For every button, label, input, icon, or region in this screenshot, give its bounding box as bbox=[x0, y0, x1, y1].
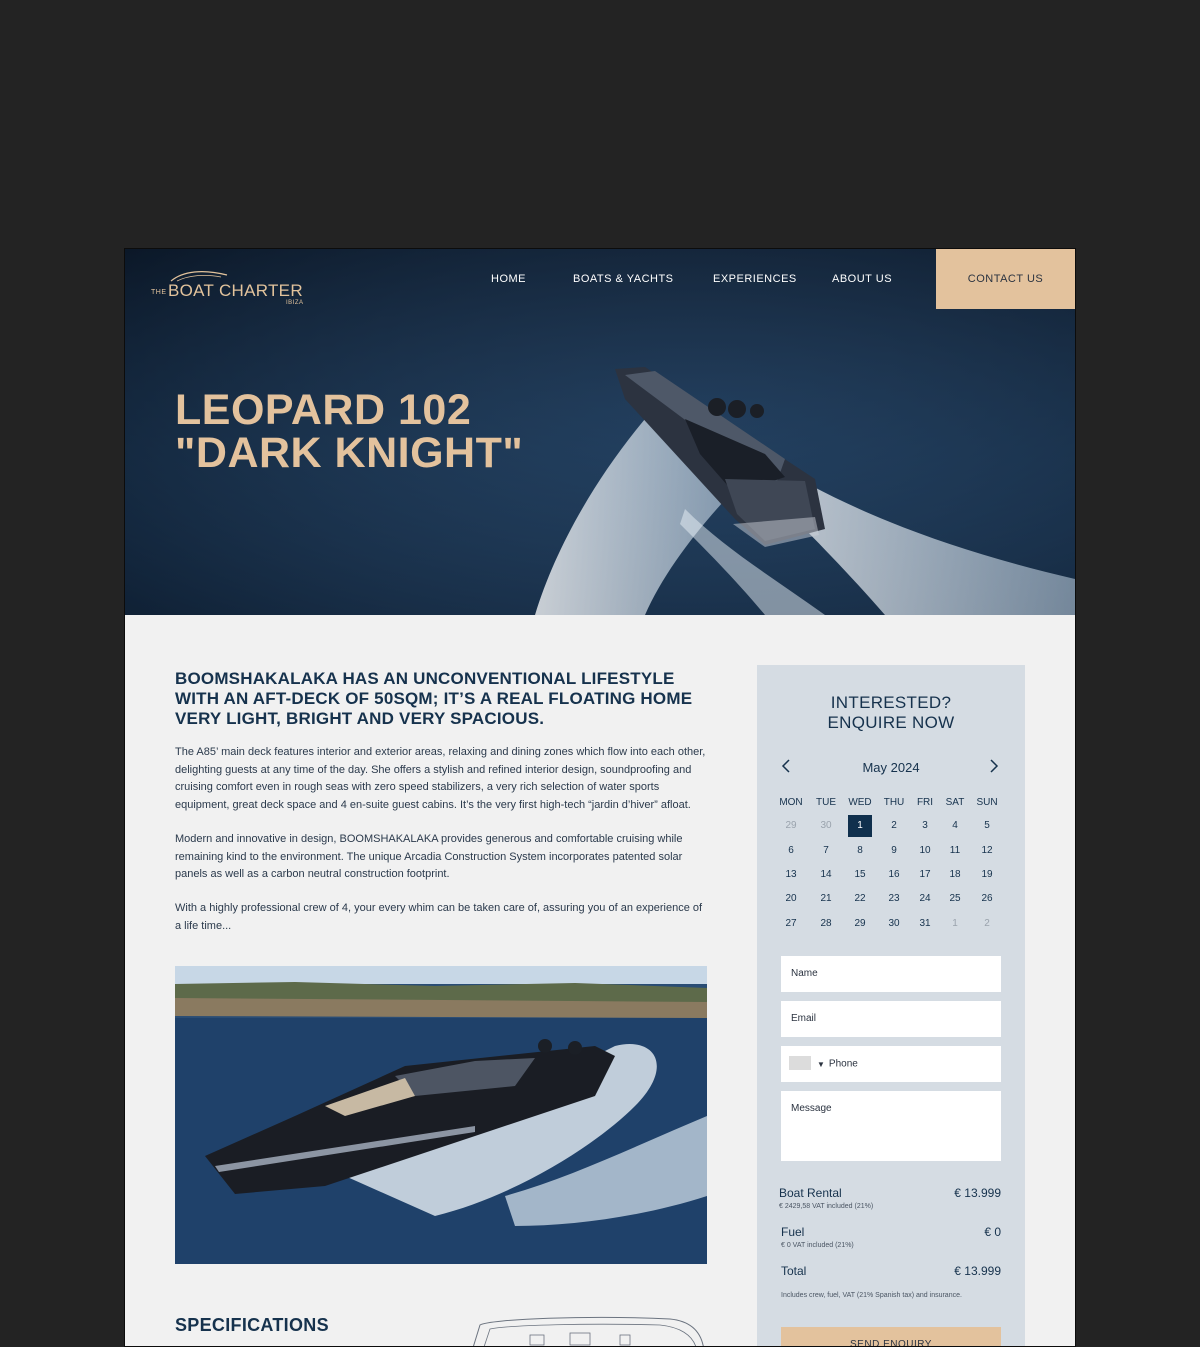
calendar-day[interactable]: 15 bbox=[848, 864, 872, 886]
calendar-day[interactable]: 30 bbox=[814, 815, 838, 837]
weekday-label: WED bbox=[848, 797, 872, 808]
hero-title: LEOPARD 102 "DARK KNIGHT" bbox=[175, 386, 524, 477]
logo-suffix: IBIZA bbox=[286, 300, 304, 306]
email-field[interactable]: Email bbox=[781, 1001, 1001, 1037]
calendar-day[interactable]: 2 bbox=[882, 815, 906, 837]
total-value: € 13.999 bbox=[954, 1264, 1001, 1278]
calendar-day[interactable]: 10 bbox=[913, 840, 937, 862]
nav-experiences[interactable]: EXPERIENCES bbox=[713, 273, 797, 285]
deck-plan-drawing bbox=[473, 1316, 704, 1346]
calendar-day[interactable]: 11 bbox=[943, 840, 967, 862]
enquiry-title: INTERESTED? ENQUIRE NOW bbox=[757, 693, 1025, 733]
calendar-day[interactable]: 23 bbox=[882, 888, 906, 910]
send-enquiry-button[interactable]: SEND ENQUIRY bbox=[781, 1327, 1001, 1346]
calendar-day[interactable]: 16 bbox=[882, 864, 906, 886]
calendar-day[interactable]: 30 bbox=[882, 913, 906, 935]
enquiry-title-line2: ENQUIRE NOW bbox=[827, 713, 955, 732]
calendar-day[interactable]: 31 bbox=[913, 913, 937, 935]
weekday-label: TUE bbox=[816, 797, 836, 808]
calendar-day[interactable]: 13 bbox=[779, 864, 803, 886]
calendar-day[interactable]: 18 bbox=[943, 864, 967, 886]
weekday-label: MON bbox=[779, 797, 803, 808]
phone-placeholder: Phone bbox=[828, 1058, 858, 1070]
chevron-right-icon[interactable] bbox=[989, 759, 999, 778]
enquiry-title-line1: INTERESTED? bbox=[830, 693, 952, 712]
calendar-day[interactable]: 12 bbox=[975, 840, 999, 862]
logo-prefix: THE bbox=[151, 289, 167, 296]
lead-heading: BOOMSHAKALAKA HAS AN UNCONVENTIONAL LIFE… bbox=[175, 669, 693, 728]
specifications-heading: SPECIFICATIONS bbox=[175, 1315, 329, 1335]
price-row-rental: Boat Rental € 13.999 € 2429,58 VAT inclu… bbox=[779, 1186, 1001, 1210]
calendar-day[interactable]: 19 bbox=[975, 864, 999, 886]
calendar-day[interactable]: 8 bbox=[848, 840, 872, 862]
rental-label: Boat Rental bbox=[779, 1186, 842, 1200]
weekday-label: SUN bbox=[976, 797, 998, 808]
logo-text: BOAT CHARTER bbox=[168, 281, 303, 300]
fuel-vat: € 0 VAT included (21%) bbox=[781, 1242, 854, 1249]
calendar-day[interactable]: 28 bbox=[814, 913, 838, 935]
weekday-label: FRI bbox=[916, 797, 934, 808]
calendar-day[interactable]: 14 bbox=[814, 864, 838, 886]
fuel-value: € 0 bbox=[984, 1225, 1001, 1239]
calendar-day[interactable]: 27 bbox=[779, 913, 803, 935]
nav-home[interactable]: HOME bbox=[491, 273, 526, 285]
total-label: Total bbox=[781, 1264, 807, 1278]
calendar-day[interactable]: 20 bbox=[779, 888, 803, 910]
yacht-photo-image bbox=[175, 966, 707, 1264]
price-row-total: Total € 13.999 bbox=[781, 1264, 1001, 1278]
yacht-photo bbox=[175, 966, 707, 1264]
page-frame: THE BOAT CHARTER IBIZA HOME BOATS & YACH… bbox=[124, 248, 1076, 1347]
calendar-day[interactable]: 21 bbox=[814, 888, 838, 910]
message-field[interactable]: Message bbox=[781, 1091, 1001, 1161]
calendar-month: May 2024 bbox=[862, 760, 920, 775]
calendar-day[interactable]: 9 bbox=[882, 840, 906, 862]
calendar-day[interactable]: 29 bbox=[779, 815, 803, 837]
weekday-label: THU bbox=[883, 797, 905, 808]
calendar-day[interactable]: 4 bbox=[943, 815, 967, 837]
rental-vat: € 2429,58 VAT included (21%) bbox=[779, 1203, 874, 1210]
calendar-day[interactable]: 6 bbox=[779, 840, 803, 862]
fuel-label: Fuel bbox=[781, 1225, 805, 1239]
calendar-day[interactable]: 7 bbox=[814, 840, 838, 862]
calendar-day[interactable]: 1 bbox=[848, 815, 872, 837]
hero-banner: THE BOAT CHARTER IBIZA HOME BOATS & YACH… bbox=[125, 249, 1075, 615]
contact-us-button[interactable]: CONTACT US bbox=[936, 249, 1075, 309]
brand-logo[interactable]: THE BOAT CHARTER IBIZA bbox=[149, 259, 309, 306]
nav-boats-yachts[interactable]: BOATS & YACHTS bbox=[573, 273, 674, 285]
nav-about-us[interactable]: ABOUT US bbox=[832, 273, 892, 285]
description-paragraph: Modern and innovative in design, BOOMSHA… bbox=[175, 833, 683, 880]
calendar-day[interactable]: 1 bbox=[943, 913, 967, 935]
caret-down-icon[interactable]: ▼ bbox=[817, 1060, 825, 1069]
description-paragraph: The A85’ main deck features interior and… bbox=[175, 746, 706, 811]
calendar-day[interactable]: 22 bbox=[848, 888, 872, 910]
name-field[interactable]: Name bbox=[781, 956, 1001, 992]
description-paragraph: With a highly professional crew of 4, yo… bbox=[175, 902, 703, 932]
enquiry-panel: INTERESTED? ENQUIRE NOW May 2024 MON TUE W… bbox=[757, 665, 1025, 1346]
calendar-day[interactable]: 24 bbox=[913, 888, 937, 910]
calendar-day[interactable]: 29 bbox=[848, 913, 872, 935]
rental-value: € 13.999 bbox=[954, 1186, 1001, 1200]
calendar-day[interactable]: 25 bbox=[943, 888, 967, 910]
calendar-day[interactable]: 5 bbox=[975, 815, 999, 837]
phone-field[interactable]: ▼ Phone bbox=[781, 1046, 1001, 1082]
pricing-note: Includes crew, fuel, VAT (21% Spanish ta… bbox=[781, 1292, 962, 1299]
calendar-day[interactable]: 17 bbox=[913, 864, 937, 886]
weekday-label: SAT bbox=[945, 797, 965, 808]
country-flag-icon[interactable] bbox=[789, 1056, 811, 1070]
price-row-fuel: Fuel € 0 € 0 VAT included (21%) bbox=[781, 1225, 1001, 1249]
calendar-day[interactable]: 26 bbox=[975, 888, 999, 910]
calendar-day[interactable]: 3 bbox=[913, 815, 937, 837]
calendar-day[interactable]: 2 bbox=[975, 913, 999, 935]
